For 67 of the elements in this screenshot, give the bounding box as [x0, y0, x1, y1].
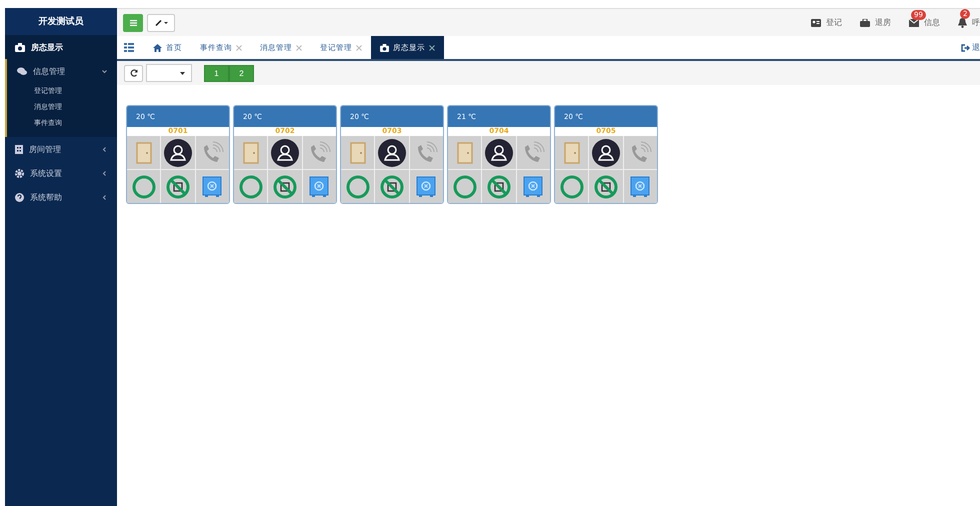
sidebar-label: 房间管理 — [29, 144, 62, 154]
ring-icon — [238, 174, 263, 198]
list-icon[interactable] — [124, 43, 134, 52]
door-icon — [456, 142, 473, 164]
refresh-button[interactable] — [124, 64, 143, 82]
logout-link[interactable]: 退 — [961, 36, 980, 59]
envelope-icon — [909, 18, 919, 26]
chevron-left-icon — [102, 146, 107, 152]
ring-icon — [346, 174, 370, 198]
door-icon — [564, 142, 580, 164]
building-icon — [15, 144, 23, 154]
prohibited-icon — [272, 174, 297, 198]
sidebar-item[interactable]: 房态显示 — [5, 35, 117, 59]
action-link[interactable]: 登记 — [826, 17, 842, 28]
menu-button[interactable] — [123, 14, 143, 32]
sidebar-item[interactable]: 房间管理 — [5, 137, 117, 161]
id-card-icon — [811, 18, 821, 26]
user-name: 开发测试员 — [5, 8, 117, 35]
chat-icon — [17, 66, 27, 76]
select-field[interactable] — [146, 64, 192, 82]
camera-icon — [380, 44, 389, 52]
prohibited-icon — [486, 174, 511, 198]
sidebar-label: 系统设置 — [30, 168, 63, 178]
person-icon — [378, 138, 406, 166]
brush-dropdown-button[interactable] — [147, 14, 175, 32]
briefcase-icon — [860, 18, 870, 26]
person-icon — [164, 138, 192, 166]
prohibited-icon — [166, 174, 190, 198]
ring-icon — [132, 174, 156, 198]
safe-icon — [309, 176, 330, 198]
prohibited-icon — [594, 174, 618, 198]
person-icon — [484, 138, 513, 166]
prohibited-icon — [380, 174, 404, 198]
person-icon — [592, 138, 620, 166]
gear-icon — [15, 168, 24, 178]
close-icon[interactable] — [429, 44, 435, 50]
sidebar-item[interactable]: 系统设置 — [5, 161, 117, 185]
door-icon — [242, 142, 259, 164]
caret-icon — [180, 72, 185, 74]
sidebar-label: 系统帮助 — [30, 192, 63, 202]
chevron-left-icon — [102, 194, 107, 200]
chevron-down-icon — [102, 68, 107, 74]
home-icon — [153, 44, 162, 52]
action-link[interactable]: 呼 — [972, 17, 980, 28]
help-icon — [15, 192, 24, 202]
menu-icon — [130, 20, 136, 26]
sidebar-item[interactable]: 信息管理 — [7, 59, 117, 83]
brush-icon — [154, 20, 168, 26]
sign-out-icon — [961, 44, 970, 52]
safe-icon — [416, 176, 436, 198]
sidebar-label: 房态显示 — [31, 42, 64, 52]
action-link[interactable]: 信息 — [924, 17, 940, 28]
door-icon — [136, 142, 152, 164]
chevron-left-icon — [102, 170, 107, 176]
safe-icon — [523, 176, 544, 198]
action-link[interactable]: 退房 — [875, 17, 891, 28]
door-icon — [350, 142, 366, 164]
sidebar-item[interactable]: 系统帮助 — [5, 185, 117, 209]
person-icon — [270, 138, 299, 166]
bell-icon — [958, 18, 967, 28]
ring-icon — [452, 174, 477, 198]
sidebar-label: 信息管理 — [33, 66, 66, 76]
ring-icon — [560, 174, 584, 198]
refresh-icon — [130, 69, 138, 77]
camera-icon — [15, 42, 25, 52]
safe-icon — [630, 176, 650, 198]
safe-icon — [202, 176, 222, 198]
